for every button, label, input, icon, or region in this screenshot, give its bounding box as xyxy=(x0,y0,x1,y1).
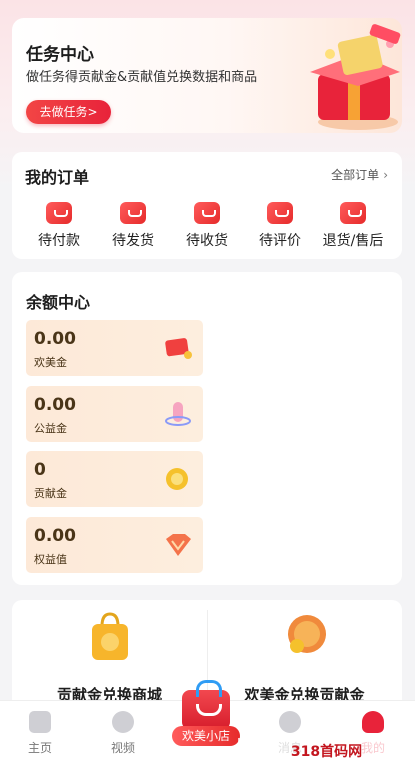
task-center-description: 做任务得贡献金&贡献值兑换数据和商品 xyxy=(26,70,258,85)
balance-center-card: 余额中心 0.00 欢美金 0.00 公益金 0 贡献金 0.00 权益值 xyxy=(12,272,402,585)
diamond-icon xyxy=(166,534,191,556)
all-orders-label: 全部订单 xyxy=(331,168,380,182)
order-label: 退货/售后 xyxy=(322,233,384,249)
bag-icon xyxy=(194,202,220,224)
order-label: 待付款 xyxy=(38,233,80,249)
site-watermark: 318首码网 www.e318.com xyxy=(238,738,415,766)
order-pending-receipt[interactable]: 待收货 xyxy=(172,202,242,250)
return-icon xyxy=(340,202,366,224)
order-return-aftersale[interactable]: 退货/售后 xyxy=(318,202,388,250)
play-icon xyxy=(112,711,134,733)
tab-label: 欢美小店 xyxy=(172,726,240,746)
balance-label: 公益金 xyxy=(34,422,67,435)
balance-value: 0.00 xyxy=(34,526,76,546)
my-orders-title: 我的订单 xyxy=(25,168,90,187)
wallet-icon xyxy=(46,202,72,224)
calendar-icon xyxy=(120,202,146,224)
balance-item-gongxianjin[interactable]: 0 贡献金 xyxy=(26,451,203,507)
order-pending-payment[interactable]: 待付款 xyxy=(24,202,94,250)
order-pending-review[interactable]: 待评价 xyxy=(245,202,315,250)
gift-box-icon xyxy=(310,24,401,130)
balance-label: 欢美金 xyxy=(34,356,67,369)
user-icon xyxy=(362,711,384,733)
chevron-right-icon: › xyxy=(383,168,388,182)
home-icon xyxy=(29,711,51,733)
balance-item-gongyijin[interactable]: 0.00 公益金 xyxy=(26,386,203,442)
do-task-button[interactable]: 去做任务> xyxy=(26,100,111,124)
heart-ribbon-icon xyxy=(165,402,191,426)
order-pending-shipment[interactable]: 待发货 xyxy=(98,202,168,250)
comment-icon xyxy=(267,202,293,224)
balance-value: 0 xyxy=(34,460,46,480)
tab-shop[interactable]: 欢美小店 xyxy=(172,680,240,748)
balance-item-huanmeijin[interactable]: 0.00 欢美金 xyxy=(26,320,203,376)
tab-label: 主页 xyxy=(27,741,52,755)
all-orders-link[interactable]: 全部订单 › xyxy=(331,166,388,183)
shop-bag-icon xyxy=(182,680,230,730)
balance-label: 权益值 xyxy=(34,553,67,566)
order-label: 待收货 xyxy=(186,233,228,249)
tab-video[interactable]: 视频 xyxy=(88,711,158,756)
message-icon xyxy=(279,711,301,733)
shopping-bag-icon xyxy=(91,612,128,660)
coin-icon xyxy=(166,468,188,490)
tab-home[interactable]: 主页 xyxy=(5,711,75,756)
balance-item-quanyizhi[interactable]: 0.00 权益值 xyxy=(26,517,203,573)
order-label: 待发货 xyxy=(112,233,154,249)
task-center-title: 任务中心 xyxy=(26,45,94,65)
balance-value: 0.00 xyxy=(34,395,76,415)
tab-label: 视频 xyxy=(110,741,135,755)
gold-coin-icon xyxy=(287,615,326,653)
balance-center-title: 余额中心 xyxy=(26,293,91,312)
order-label: 待评价 xyxy=(259,233,301,249)
balance-label: 贡献金 xyxy=(34,487,67,500)
task-center-card[interactable]: 任务中心 做任务得贡献金&贡献值兑换数据和商品 去做任务> xyxy=(12,18,402,133)
red-envelope-icon xyxy=(165,338,192,359)
balance-value: 0.00 xyxy=(34,329,76,349)
my-orders-card: 我的订单 全部订单 › 待付款 待发货 待收货 待评价 退货/售后 xyxy=(12,152,402,259)
